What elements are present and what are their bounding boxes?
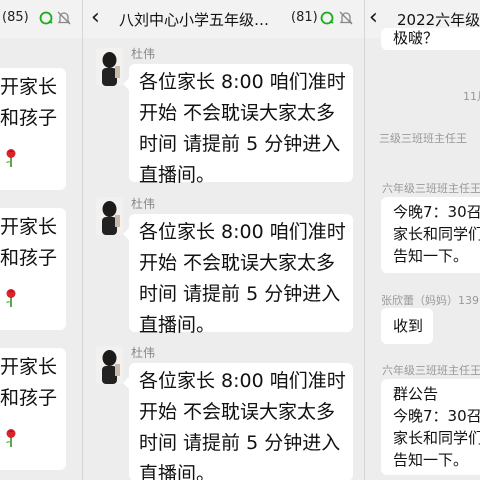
group-title: 八刘中心小学五年级…: [119, 11, 270, 29]
message-text: 开家长 和孩子: [0, 216, 58, 269]
message-text: 各位家长 8:00 咱们准时 开始 不会耽误大家太多 时间 请提前 5 分钟进入…: [139, 221, 346, 336]
sender-name: 张欣蕾（妈妈）139: [381, 294, 479, 307]
chat-bubble[interactable]: 群公告 今晚7：30召 家长和同学们 告知一下。: [381, 379, 480, 475]
back-chevron-icon[interactable]: ‹: [91, 7, 100, 29]
chat-bubble[interactable]: 各位家长 8:00 咱们准时 开始 不会耽误大家太多 时间 请提前 5 分钟进入…: [123, 363, 353, 480]
timestamp: 11月: [463, 90, 480, 103]
message-text: 开家长 和孩子: [0, 356, 58, 409]
sender-name: 六年级三班班主任王: [382, 364, 480, 377]
message-text: 各位家长 8:00 咱们准时 开始 不会耽误大家太多 时间 请提前 5 分钟进入…: [139, 370, 346, 480]
chat-bubble[interactable]: 极啵？: [381, 28, 480, 50]
left-top-bar: (85): [0, 0, 82, 38]
bell-mute-icon: [339, 10, 353, 26]
rose-emoji-icon: [4, 428, 18, 448]
message-text: 极啵？: [393, 29, 439, 47]
chat-bubble[interactable]: 开家长 和孩子: [0, 348, 66, 470]
avatar[interactable]: [96, 48, 123, 86]
cloud-icon: [319, 10, 335, 26]
chat-bubble[interactable]: 各位家长 8:00 咱们准时 开始 不会耽误大家太多 时间 请提前 5 分钟进入…: [123, 214, 353, 336]
sender-name: 杜伟: [131, 197, 156, 211]
group-title: 2022六年级: [397, 11, 480, 29]
chat-bubble[interactable]: 收到: [381, 308, 433, 344]
chat-header: ‹ 八刘中心小学五年级… (81): [83, 0, 364, 38]
member-count: (81): [291, 10, 318, 25]
sender-name: 六年级三班班主任王: [382, 182, 480, 195]
rose-emoji-icon: [4, 288, 18, 308]
message-text: 今晚7：30召 家长和同学们 告知一下。: [393, 203, 480, 265]
chat-bubble[interactable]: 各位家长 8:00 咱们准时 开始 不会耽误大家太多 时间 请提前 5 分钟进入…: [123, 64, 353, 186]
message-text: 群公告 今晚7：30召 家长和同学们 告知一下。: [393, 385, 480, 469]
message-text: 开家长 和孩子: [0, 76, 58, 129]
left-chat-panel: (85) 开家长 和孩子 开家长 和孩子 开家长 和孩子: [0, 0, 82, 480]
chat-bubble[interactable]: 开家长 和孩子: [0, 208, 66, 330]
message-text: 收到: [393, 317, 424, 335]
rose-emoji-icon: [4, 148, 18, 168]
back-chevron-icon[interactable]: ‹: [369, 7, 378, 29]
avatar[interactable]: [96, 197, 123, 235]
member-count: (85): [2, 10, 29, 25]
right-chat-panel: ‹ 2022六年级 极啵？ 11月 三级三班班主任王 六年级三班班主任王 今晚7…: [365, 0, 480, 480]
avatar[interactable]: [96, 346, 123, 384]
middle-chat-panel: ‹ 八刘中心小学五年级… (81) 杜伟 各位家长 8:00 咱们准时 开始 不…: [82, 0, 365, 480]
message-text: 各位家长 8:00 咱们准时 开始 不会耽误大家太多 时间 请提前 5 分钟进入…: [139, 71, 346, 186]
bell-mute-icon: [57, 10, 71, 26]
sender-name: 杜伟: [131, 346, 156, 360]
cloud-icon: [38, 10, 54, 26]
sender-name: 杜伟: [131, 47, 156, 61]
chat-bubble[interactable]: 开家长 和孩子: [0, 68, 66, 190]
chat-bubble[interactable]: 今晚7：30召 家长和同学们 告知一下。: [381, 197, 480, 273]
sender-name: 三级三班班主任王: [379, 132, 467, 145]
